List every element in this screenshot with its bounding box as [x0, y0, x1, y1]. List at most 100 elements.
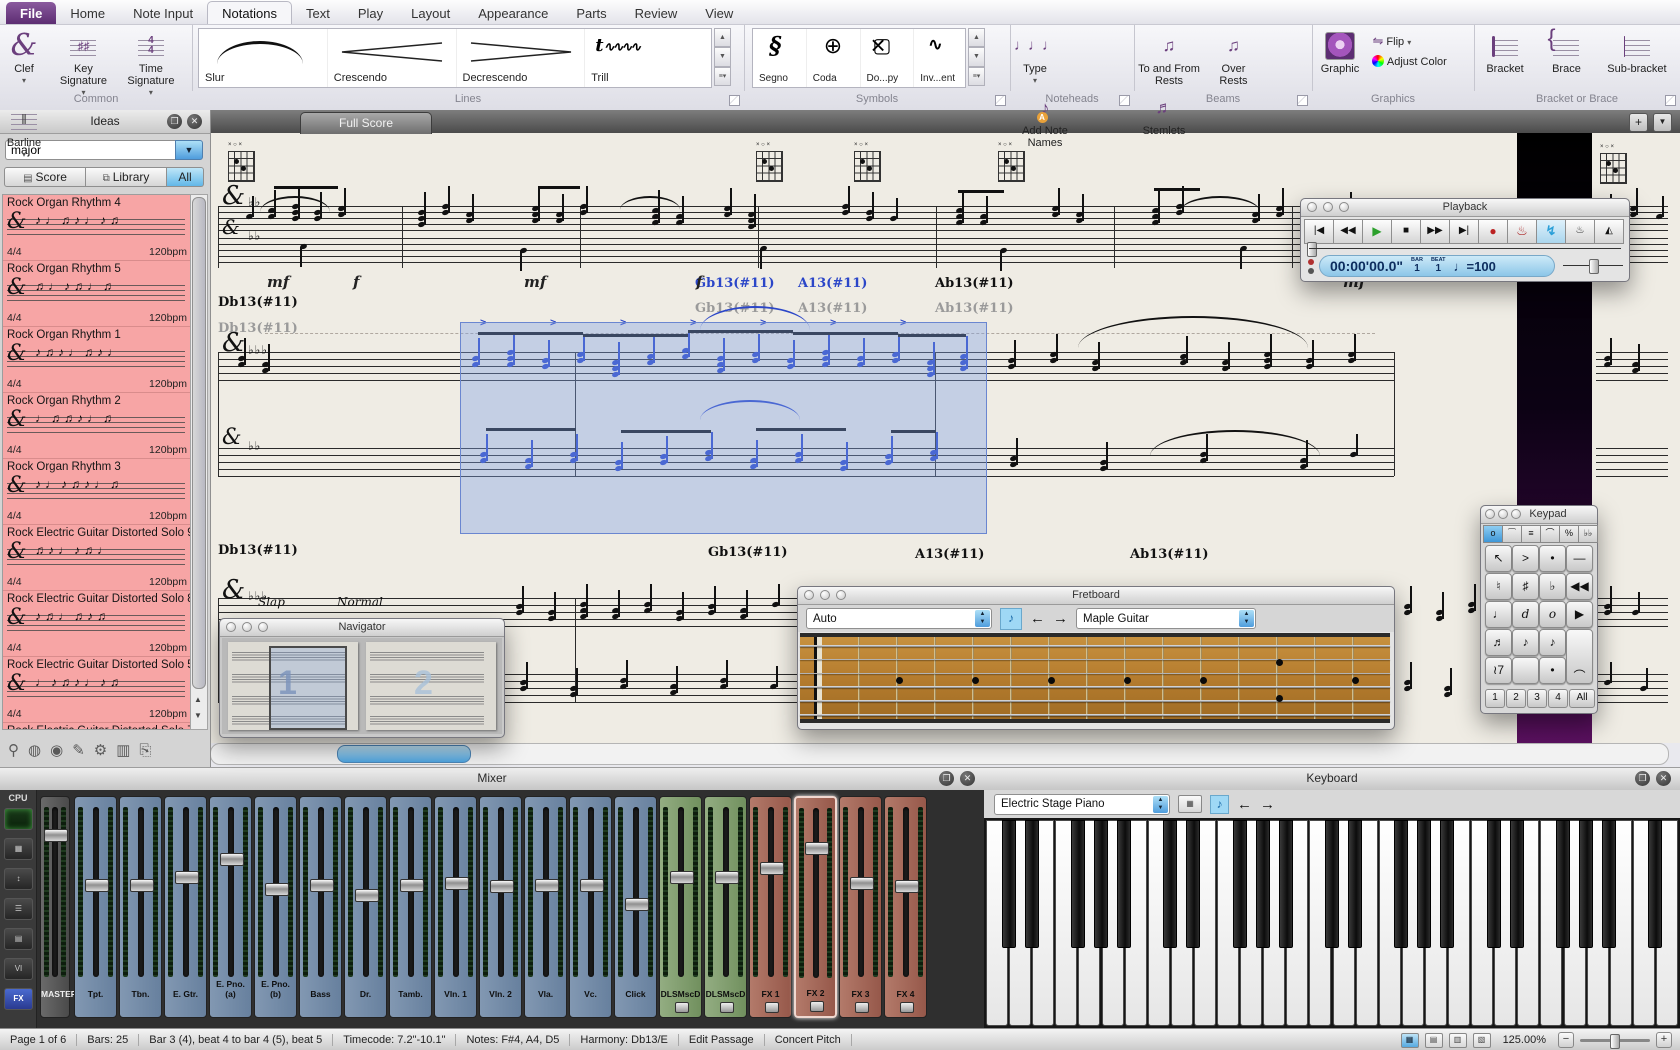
black-key[interactable]	[1325, 820, 1339, 948]
paste-idea-icon[interactable]: ⎘	[139, 742, 151, 759]
fader-knob[interactable]	[895, 880, 919, 893]
mixer-view-button[interactable]: ▤	[4, 928, 33, 950]
fader-knob[interactable]	[355, 889, 379, 902]
idea-item[interactable]: Rock Organ Rhythm 4&♪♩♫♪♩♪♫4/4120bpm	[3, 195, 193, 261]
keypad-key-slur[interactable]: ⌒	[1566, 629, 1593, 684]
new-tab-button[interactable]: +	[1629, 113, 1648, 132]
ideas-tab-library[interactable]: ⧉Library	[86, 167, 167, 187]
page-view-icon[interactable]: ▥	[1449, 1033, 1467, 1048]
mixer-strip-tamb-[interactable]: Tamb.	[389, 796, 432, 1018]
idea-item[interactable]: Rock Organ Rhythm 2&♩♫♫♪♩♫4/4120bpm	[3, 393, 193, 459]
beams-to-from-rests-button[interactable]: ♫ To and From Rests	[1134, 25, 1204, 87]
mixer-view-button[interactable]: ☰	[4, 898, 33, 920]
keypad-key-r2c2[interactable]: ♯	[1512, 573, 1539, 600]
strip-button[interactable]	[675, 1002, 689, 1013]
tempo-slider-thumb[interactable]	[1589, 259, 1599, 274]
idea-item[interactable]: Rock Electric Guitar Distorted Solo 7&♫♩…	[3, 723, 193, 730]
horizontal-scrollbar[interactable]	[210, 743, 1669, 765]
keyboard-dock-icon[interactable]: ❐	[1635, 771, 1650, 786]
fader-knob[interactable]	[850, 877, 874, 890]
idea-item[interactable]: Rock Organ Rhythm 5&♫♩♪♫♩♫4/4120bpm	[3, 261, 193, 327]
keypad-layout-tab-3[interactable]: ≡	[1521, 525, 1541, 543]
keypad-layout-tab-4[interactable]: ⌒	[1540, 525, 1560, 543]
keypad-key-r3c4[interactable]: ▶	[1566, 601, 1593, 628]
fader-knob[interactable]	[805, 842, 829, 855]
fader-knob[interactable]	[490, 880, 514, 893]
playback-titlebar[interactable]: Playback	[1301, 199, 1629, 217]
rewind-button[interactable]: ◀◀	[1333, 219, 1363, 244]
panorama-view-icon[interactable]: ▤	[1425, 1033, 1443, 1048]
fader-knob[interactable]	[535, 879, 559, 892]
flip-button[interactable]: ⇋ Flip ▾	[1372, 33, 1446, 49]
fretboard-display[interactable]	[800, 633, 1390, 723]
keypad-key-r1c1[interactable]: ↖	[1485, 545, 1512, 572]
clef-button[interactable]: & Clef▾	[0, 25, 48, 87]
keypad-key-r5c3[interactable]: •	[1539, 657, 1566, 684]
tab-list-button[interactable]: ▼	[1653, 113, 1672, 132]
window-controls[interactable]	[226, 622, 268, 632]
passage-selection[interactable]	[460, 322, 987, 534]
keypad-key-r2c3[interactable]: ♭	[1539, 573, 1566, 600]
mixer-strip-fx-4[interactable]: FX 4	[884, 796, 927, 1018]
gallery-down-icon[interactable]: ▼	[714, 47, 731, 66]
fader-knob[interactable]	[670, 871, 694, 884]
full-screen-icon[interactable]: ▧	[1473, 1033, 1491, 1048]
fader-knob[interactable]	[715, 871, 739, 884]
mixer-strip-dr-[interactable]: Dr.	[344, 796, 387, 1018]
navigator-titlebar[interactable]: Navigator	[220, 619, 504, 637]
bracket-dialog-launcher-icon[interactable]	[1665, 95, 1676, 106]
keypad-key-r2c4[interactable]: ◀◀	[1566, 573, 1593, 600]
fader-knob[interactable]	[760, 862, 784, 875]
mixer-panel-header[interactable]: Mixer ❐ ✕	[0, 767, 984, 791]
live-tempo-button[interactable]: ♨	[1565, 219, 1595, 244]
idea-item[interactable]: Rock Organ Rhythm 1&♪♫♪♩♫♪♩4/4120bpm	[3, 327, 193, 393]
previous-arrow-icon[interactable]: ←	[1030, 610, 1045, 627]
adjust-color-button[interactable]: Adjust Color	[1372, 55, 1446, 68]
black-key[interactable]	[1186, 820, 1200, 948]
black-key[interactable]	[1417, 820, 1431, 948]
ideas-close-icon[interactable]: ✕	[187, 114, 202, 129]
scroll-down-icon[interactable]: ▼	[191, 709, 205, 723]
skip-to-end-button[interactable]: ▶|	[1449, 219, 1479, 244]
mixer-view-button[interactable]: ↕	[4, 868, 33, 890]
virtual-instruments-button[interactable]: VI	[4, 958, 33, 980]
fretboard-instrument-select[interactable]: Maple Guitar▲▼	[1076, 608, 1256, 629]
keypad-voice-1[interactable]: 1	[1485, 689, 1505, 708]
keypad-layout-tab-6[interactable]: ♭♭	[1578, 525, 1598, 543]
keypad-voice-3[interactable]: 3	[1527, 689, 1547, 708]
black-key[interactable]	[1002, 820, 1016, 948]
keypad-key-r1c3[interactable]: •	[1539, 545, 1566, 572]
window-controls[interactable]	[1485, 509, 1521, 519]
piano-keys[interactable]	[984, 818, 1680, 1028]
timeline-slider-thumb[interactable]	[1307, 242, 1317, 257]
status-item-8[interactable]: Concert Pitch	[765, 1034, 852, 1046]
keypad-layout-tab-2[interactable]: ⁀	[1502, 525, 1522, 543]
line-style-decrescendo[interactable]: Decrescendo	[457, 29, 586, 87]
horizontal-scrollbar-thumb[interactable]	[337, 745, 471, 763]
sub-bracket-button[interactable]: Sub-bracket	[1597, 25, 1677, 75]
octave-up-icon[interactable]: →	[1260, 796, 1275, 813]
black-key[interactable]	[1094, 820, 1108, 948]
fader-knob[interactable]	[265, 883, 289, 896]
zoom-slider[interactable]	[1580, 1039, 1650, 1042]
ideas-search-dropdown-icon[interactable]: ▼	[175, 140, 203, 160]
idea-item[interactable]: Rock Organ Rhythm 3&♪♩♪♫♪♩♫4/4120bpm	[3, 459, 193, 525]
black-key[interactable]	[1648, 820, 1662, 948]
ideas-scrollbar[interactable]: ▲ ▼	[190, 194, 208, 730]
fader-knob[interactable]	[220, 853, 244, 866]
bracket-button[interactable]: Bracket	[1474, 25, 1536, 75]
mixer-strip-vc-[interactable]: Vc.	[569, 796, 612, 1018]
follow-notes-icon[interactable]: ♪	[1210, 795, 1229, 814]
mixer-strip-fx-1[interactable]: FX 1	[749, 796, 792, 1018]
fretboard-titlebar[interactable]: Fretboard	[798, 587, 1394, 605]
ribbon-tab-layout[interactable]: Layout	[397, 2, 464, 24]
ideas-dock-icon[interactable]: ❐	[167, 114, 182, 129]
copy-idea-icon[interactable]: ◉	[50, 741, 63, 759]
ideas-tab-all[interactable]: All	[167, 167, 204, 187]
keypad-titlebar[interactable]: Keypad	[1481, 506, 1597, 524]
strip-button[interactable]	[900, 1002, 914, 1013]
black-key[interactable]	[1163, 820, 1177, 948]
keyboard-close-icon[interactable]: ✕	[1656, 771, 1671, 786]
ribbon-tab-text[interactable]: Text	[292, 2, 344, 24]
keypad-key-r3c2[interactable]: d	[1512, 601, 1539, 628]
